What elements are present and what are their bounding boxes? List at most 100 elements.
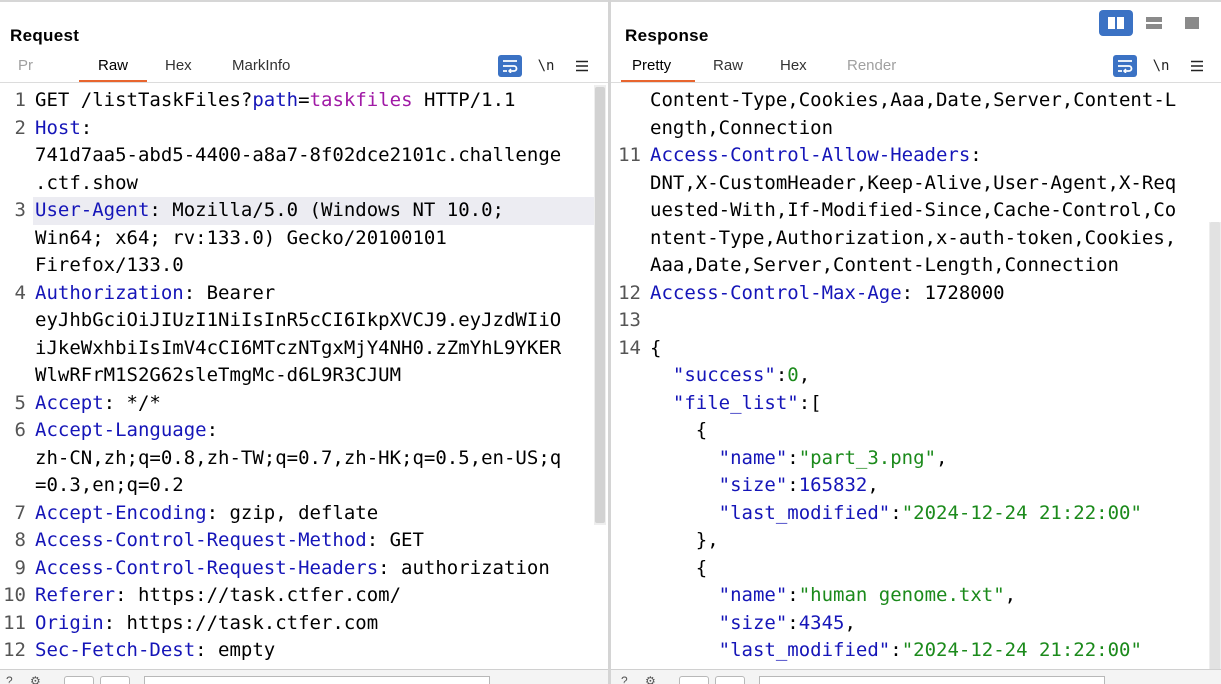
code-token: "last_modified": [718, 501, 891, 524]
code-text: "size":4345,: [650, 612, 856, 634]
code-text: Origin: https://task.ctfer.com: [35, 612, 378, 634]
code-token: Accept: [35, 391, 104, 414]
response-editor[interactable]: Content-Type,Cookies,Aaa,Date,Server,Con…: [611, 85, 1221, 670]
code-line[interactable]: 4 Authorization: Bearer: [0, 282, 609, 310]
code-token: "name": [718, 584, 788, 606]
tab-hex[interactable]: Hex: [780, 57, 807, 74]
tab-pretty[interactable]: Pretty: [632, 57, 671, 74]
code-line[interactable]: {: [611, 419, 1221, 447]
code-line[interactable]: 6 Accept-Language:: [0, 419, 609, 447]
line-number: 4: [14, 281, 26, 304]
code-text: Win64; x64; rv:133.0) Gecko/20100101: [35, 227, 447, 249]
layout-split-vertical-button[interactable]: [1099, 10, 1133, 36]
prev-match-button[interactable]: [64, 676, 94, 684]
tab-hex[interactable]: Hex: [165, 57, 192, 74]
code-token: .ctf.show: [35, 171, 138, 194]
request-editor[interactable]: 1 GET /listTaskFiles?path=taskfiles HTTP/…: [0, 85, 609, 670]
code-line[interactable]: Win64; x64; rv:133.0) Gecko/20100101: [0, 227, 609, 255]
code-line[interactable]: uested-With,If-Modified-Since,Cache-Cont…: [611, 199, 1221, 227]
code-line[interactable]: 12 Access-Control-Max-Age: 1728000: [611, 282, 1221, 310]
code-line[interactable]: 11 Access-Control-Allow-Headers:: [611, 144, 1221, 172]
code-line[interactable]: "name":"part_3.png",: [611, 447, 1221, 475]
code-line[interactable]: 14 {: [611, 337, 1221, 365]
code-token: :: [775, 364, 788, 386]
code-line[interactable]: iJkeWxhbiIsImV4cCI6MTczNTgxMjY4NH0.zZmYh…: [0, 337, 609, 365]
code-token: : */*: [103, 391, 161, 414]
line-number: 12: [618, 281, 641, 304]
code-line[interactable]: 7 Accept-Encoding: gzip, deflate: [0, 502, 609, 530]
options-button[interactable]: [570, 55, 594, 77]
next-match-button[interactable]: [715, 676, 745, 684]
tab-pretty-truncated[interactable]: Pr: [18, 57, 33, 74]
request-scrollbar-thumb[interactable]: [595, 87, 605, 523]
code-line[interactable]: eyJhbGciOiJIUzI1NiIsInR5cCI6IkpXVCJ9.eyJ…: [0, 309, 609, 337]
code-token: Origin: [35, 611, 104, 634]
next-match-button[interactable]: [100, 676, 130, 684]
code-line[interactable]: .ctf.show: [0, 172, 609, 200]
code-line[interactable]: DNT,X-CustomHeader,Keep-Alive,User-Agent…: [611, 172, 1221, 200]
code-line[interactable]: 2 Host:: [0, 117, 609, 145]
code-line[interactable]: "success":0,: [611, 364, 1221, 392]
help-icon[interactable]: ?: [621, 674, 628, 684]
code-line[interactable]: 10 Referer: https://task.ctfer.com/: [0, 584, 609, 612]
gear-icon[interactable]: ⚙: [645, 674, 656, 684]
response-scrollbar-thumb[interactable]: [1210, 222, 1220, 682]
code-line[interactable]: "size":165832,: [611, 474, 1221, 502]
code-token: 741d7aa5-abd5-4400-a8a7-8f02dce2101c.cha…: [35, 144, 562, 166]
code-line[interactable]: Content-Type,Cookies,Aaa,Date,Server,Con…: [611, 89, 1221, 117]
code-token: =0.3,en;q=0.2: [35, 474, 184, 496]
code-line[interactable]: 741d7aa5-abd5-4400-a8a7-8f02dce2101c.cha…: [0, 144, 609, 172]
code-line[interactable]: "last_modified":"2024-12-24 21:22:00": [611, 502, 1221, 530]
show-newlines-button[interactable]: \n: [534, 55, 558, 77]
line-number: 11: [618, 144, 641, 166]
tab-raw[interactable]: Raw: [713, 57, 743, 74]
code-line[interactable]: WlwRFrM1S2G62sleTmgMc-d6L9R3CJUM: [0, 364, 609, 392]
code-text: DNT,X-CustomHeader,Keep-Alive,User-Agent…: [650, 172, 1176, 194]
code-line[interactable]: 13: [611, 309, 1221, 337]
code-token: "2024-12-24 21:22:00": [901, 501, 1142, 524]
code-line[interactable]: },: [611, 529, 1221, 557]
layout-split-horizontal-button[interactable]: [1137, 10, 1171, 36]
code-line[interactable]: zh-CN,zh;q=0.8,zh-TW;q=0.7,zh-HK;q=0.5,e…: [0, 447, 609, 475]
code-line[interactable]: 1 GET /listTaskFiles?path=taskfiles HTTP/…: [0, 89, 609, 117]
prev-match-button[interactable]: [679, 676, 709, 684]
code-token: Referer: [35, 584, 116, 606]
code-token: path: [252, 89, 299, 111]
tab-markinfo[interactable]: MarkInfo: [232, 57, 290, 74]
code-line[interactable]: Firefox/133.0: [0, 254, 609, 282]
code-line[interactable]: "name":"human genome.txt",: [611, 584, 1221, 612]
line-number: 10: [3, 584, 26, 606]
code-line[interactable]: ength,Connection: [611, 117, 1221, 145]
request-search-input[interactable]: [144, 676, 490, 684]
wrap-lines-icon: [1118, 60, 1133, 73]
help-icon[interactable]: ?: [6, 674, 13, 684]
tab-render[interactable]: Render: [847, 57, 896, 74]
show-newlines-button[interactable]: \n: [1149, 55, 1173, 77]
code-token: : 1728000: [901, 281, 1005, 304]
wrap-lines-button[interactable]: [498, 55, 522, 77]
code-line[interactable]: 12 Sec-Fetch-Dest: empty: [0, 639, 609, 667]
code-line[interactable]: {: [611, 557, 1221, 585]
gear-icon[interactable]: ⚙: [30, 674, 41, 684]
code-line[interactable]: 5 Accept: */*: [0, 392, 609, 420]
code-line[interactable]: "last_modified":"2024-12-24 21:22:00": [611, 639, 1221, 667]
code-line[interactable]: "size":4345,: [611, 612, 1221, 640]
layout-toggle: [1099, 10, 1221, 36]
code-line[interactable]: 9 Access-Control-Request-Headers: authori…: [0, 557, 609, 585]
code-text: Aaa,Date,Server,Content-Length,Connectio…: [650, 254, 1119, 276]
response-search-input[interactable]: [759, 676, 1105, 684]
wrap-lines-button[interactable]: [1113, 55, 1137, 77]
code-line[interactable]: 3 User-Agent: Mozilla/5.0 (Windows NT 10.…: [0, 199, 609, 227]
layout-single-pane-button[interactable]: [1175, 10, 1209, 36]
code-line[interactable]: =0.3,en;q=0.2: [0, 474, 609, 502]
response-scrollbar[interactable]: [1209, 222, 1221, 682]
code-line[interactable]: 8 Access-Control-Request-Method: GET: [0, 529, 609, 557]
options-button[interactable]: [1185, 55, 1209, 77]
request-scrollbar[interactable]: [594, 85, 606, 525]
code-line[interactable]: ntent-Type,Authorization,x-auth-token,Co…: [611, 227, 1221, 255]
code-text: {: [650, 557, 707, 579]
code-line[interactable]: Aaa,Date,Server,Content-Length,Connectio…: [611, 254, 1221, 282]
tab-raw[interactable]: Raw: [98, 57, 128, 74]
code-line[interactable]: "file_list":[: [611, 392, 1221, 420]
code-line[interactable]: 11 Origin: https://task.ctfer.com: [0, 612, 609, 640]
